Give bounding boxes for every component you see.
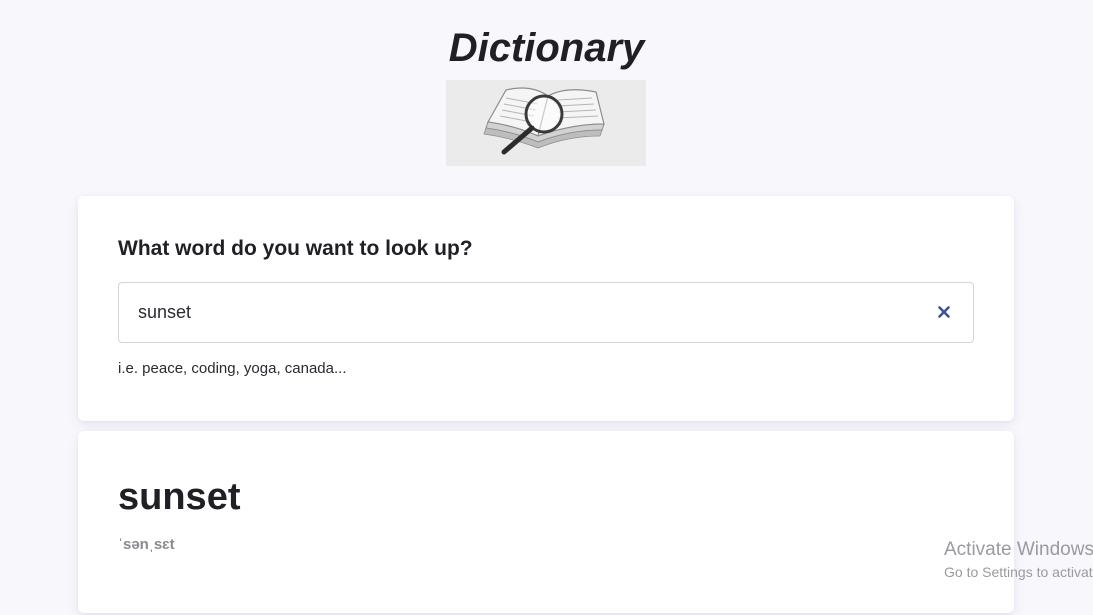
app-title: Dictionary bbox=[448, 26, 645, 70]
search-heading: What word do you want to look up? bbox=[118, 237, 473, 260]
search-hint: i.e. peace, coding, yoga, canada... bbox=[118, 360, 347, 377]
book-magnifier-icon bbox=[446, 80, 646, 166]
close-icon[interactable] bbox=[935, 303, 953, 321]
search-box bbox=[118, 282, 974, 343]
search-input[interactable] bbox=[138, 283, 918, 342]
result-word: sunset bbox=[118, 476, 241, 518]
phonetic-text: ˈsənˌsɛt bbox=[118, 536, 175, 553]
dictionary-page: Dictionary What word do you want to look… bbox=[0, 0, 1093, 615]
search-card: What word do you want to look up? i.e. p… bbox=[78, 196, 1014, 421]
result-card: sunset ˈsənˌsɛt bbox=[78, 431, 1014, 613]
